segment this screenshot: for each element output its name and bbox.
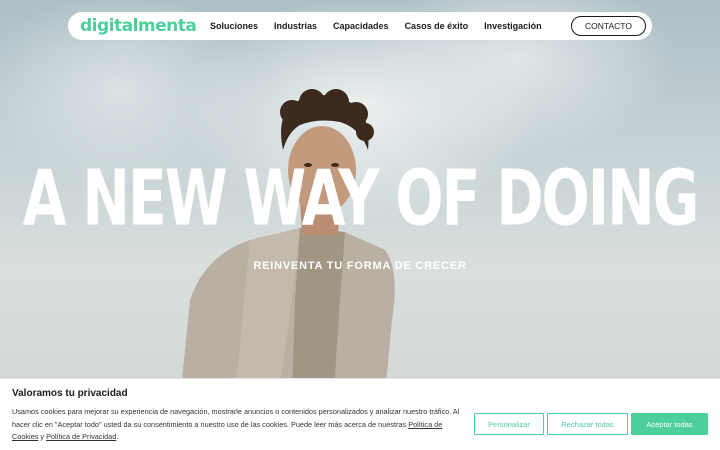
cookie-text-part3: . <box>116 432 119 441</box>
cookie-text-part2: y <box>38 432 47 441</box>
nav-item-industrias[interactable]: Industrias <box>274 21 317 31</box>
cookie-text-part1: Usamos cookies para mejorar su experienc… <box>12 407 460 429</box>
nav-item-investigacion[interactable]: Investigación <box>484 21 542 31</box>
nav-item-casos-de-exito[interactable]: Casos de éxito <box>405 21 469 31</box>
nav-menu: Soluciones Industrias Capacidades Casos … <box>210 12 558 40</box>
hero-headline-text: A NEW WAY OF DOING <box>22 153 700 243</box>
brand-logo[interactable]: digitalmenta <box>80 16 197 36</box>
cookie-banner: Valoramos tu privacidad Usamos cookies p… <box>0 378 720 450</box>
nav-item-capacidades[interactable]: Capacidades <box>333 21 389 31</box>
cookie-banner-text: Usamos cookies para mejorar su experienc… <box>12 406 462 444</box>
nav-item-soluciones[interactable]: Soluciones <box>210 21 258 31</box>
hero-headline: A NEW WAY OF DOING <box>7 156 713 240</box>
reject-all-cookies-button[interactable]: Rechazar todas <box>547 413 628 435</box>
customize-cookies-button[interactable]: Personalizar <box>474 413 544 435</box>
accept-all-cookies-button[interactable]: Aceptar todas <box>631 413 708 435</box>
cookie-banner-title: Valoramos tu privacidad <box>12 388 128 399</box>
hero-subheadline: REINVENTA TU FORMA DE CRECER <box>253 260 467 272</box>
privacy-policy-link[interactable]: Política de Privacidad <box>46 432 116 441</box>
top-navbar: digitalmenta Soluciones Industrias Capac… <box>68 12 652 40</box>
contact-button[interactable]: CONTACTO <box>571 16 646 36</box>
